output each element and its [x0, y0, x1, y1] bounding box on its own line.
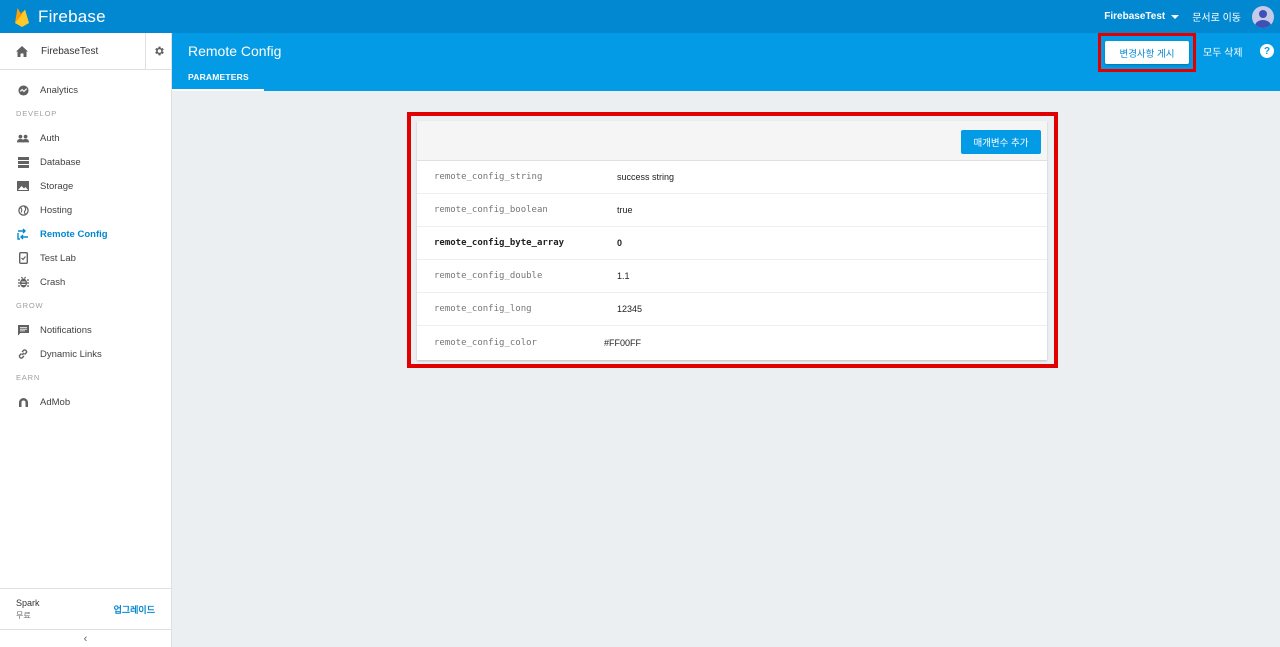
sidebar-item-admob[interactable]: AdMob — [0, 390, 171, 414]
table-row[interactable]: remote_config_double 1.1 — [417, 260, 1047, 293]
sidebar-item-test-lab[interactable]: Test Lab — [0, 246, 171, 270]
page-header: Remote Config PARAMETERS 변경사항 게시 모두 삭제 ? — [172, 33, 1280, 91]
avatar[interactable] — [1252, 5, 1274, 28]
project-switcher[interactable]: FirebaseTest — [1104, 11, 1180, 22]
sidebar-item-remote-config[interactable]: Remote Config — [0, 222, 171, 246]
parameter-key: remote_config_string — [434, 172, 543, 182]
docs-link[interactable]: 문서로 이동 — [1192, 9, 1241, 24]
message-icon — [17, 324, 29, 336]
discard-all-button[interactable]: 모두 삭제 — [1203, 44, 1243, 59]
parameter-key: remote_config_byte_array — [434, 238, 565, 248]
sidebar-item-label: AdMob — [40, 396, 71, 408]
tab-indicator — [172, 89, 264, 91]
sidebar-item-label: Crash — [40, 276, 66, 288]
admob-icon — [17, 396, 29, 408]
sidebar-item-crash[interactable]: Crash — [0, 270, 171, 294]
people-icon — [17, 132, 29, 144]
section-label-develop: DEVELOP — [16, 109, 58, 118]
plan-tier: 무료 — [16, 610, 31, 620]
plan-name: Spark — [16, 597, 40, 608]
table-row[interactable]: remote_config_long 12345 — [417, 293, 1047, 326]
sidebar-item-dynamic-links[interactable]: Dynamic Links — [0, 342, 171, 366]
sidebar-item-label: Test Lab — [40, 252, 76, 264]
page-title: Remote Config — [188, 43, 282, 59]
upgrade-link[interactable]: 업그레이드 — [114, 603, 155, 616]
collapse-sidebar-button[interactable]: ‹ — [0, 629, 171, 647]
firebase-flame-icon — [15, 7, 29, 27]
help-icon[interactable]: ? — [1260, 44, 1274, 58]
table-row[interactable]: remote_config_color #FF00FF — [417, 326, 1047, 359]
home-icon — [16, 45, 32, 57]
parameter-value: #FF00FF — [604, 337, 642, 348]
link-icon — [17, 348, 29, 360]
parameter-value: success string — [617, 172, 675, 182]
parameter-value: 1.1 — [617, 271, 630, 281]
table-row[interactable]: remote_config_byte_array 0 — [417, 227, 1047, 260]
parameter-value: 12345 — [617, 304, 643, 314]
sidebar-item-label: Storage — [40, 180, 74, 192]
sidebar-item-label: Remote Config — [40, 228, 108, 240]
sidebar-item-label: Database — [40, 156, 81, 168]
globe-icon — [17, 204, 29, 216]
sidebar-item-database[interactable]: Database — [0, 150, 171, 174]
phone-check-icon — [17, 252, 29, 264]
firebase-logo[interactable]: Firebase — [0, 0, 106, 33]
parameter-value: 0 — [617, 238, 623, 248]
sidebar-item-label: Hosting — [40, 204, 73, 216]
sidebar-item-label: Auth — [40, 132, 60, 144]
publish-highlight: 변경사항 게시 — [1098, 33, 1196, 72]
sidebar-item-storage[interactable]: Storage — [0, 174, 171, 198]
plan-info: Spark 무료 업그레이드 — [0, 588, 171, 629]
chevron-left-icon: ‹ — [83, 632, 88, 645]
project-switcher-label: FirebaseTest — [1104, 11, 1166, 22]
section-label-grow: GROW — [16, 301, 44, 310]
sidebar-item-hosting[interactable]: Hosting — [0, 198, 171, 222]
card-toolbar: 매개변수 추가 — [417, 121, 1047, 161]
image-icon — [17, 180, 29, 192]
brand-name: Firebase — [38, 6, 106, 26]
sidebar-item-label: Notifications — [40, 324, 92, 336]
analytics-icon — [17, 84, 29, 96]
parameter-key: remote_config_double — [434, 271, 543, 281]
bug-icon — [17, 276, 29, 288]
sidebar-item-label: Analytics — [40, 84, 79, 96]
sidebar: FirebaseTest Analytics DEVELOP Auth Data… — [0, 32, 172, 647]
sidebar-item-auth[interactable]: Auth — [0, 126, 171, 150]
table-row[interactable]: remote_config_string success string — [417, 161, 1047, 194]
parameter-value: true — [617, 205, 633, 215]
sidebar-item-analytics[interactable]: Analytics — [0, 78, 171, 102]
table-row[interactable]: remote_config_boolean true — [417, 194, 1047, 227]
tab-parameters[interactable]: PARAMETERS — [188, 72, 249, 82]
sidebar-item-label: Dynamic Links — [40, 348, 102, 360]
remote-config-icon — [17, 228, 29, 240]
parameter-key: remote_config_color — [434, 337, 537, 348]
sidebar-project-name: FirebaseTest — [41, 45, 99, 57]
gear-icon[interactable] — [145, 32, 171, 70]
publish-changes-button[interactable]: 변경사항 게시 — [1105, 41, 1189, 64]
parameters-card: 매개변수 추가 remote_config_string success str… — [417, 121, 1047, 360]
sidebar-item-notifications[interactable]: Notifications — [0, 318, 171, 342]
section-label-earn: EARN — [16, 373, 41, 382]
sidebar-project-row[interactable]: FirebaseTest — [0, 32, 171, 70]
add-parameter-button[interactable]: 매개변수 추가 — [961, 130, 1041, 154]
database-icon — [17, 156, 29, 168]
chevron-down-icon — [1171, 14, 1180, 19]
parameter-key: remote_config_long — [434, 304, 532, 314]
parameter-key: remote_config_boolean — [434, 205, 548, 215]
top-app-bar: Firebase FirebaseTest 문서로 이동 — [0, 0, 1280, 33]
